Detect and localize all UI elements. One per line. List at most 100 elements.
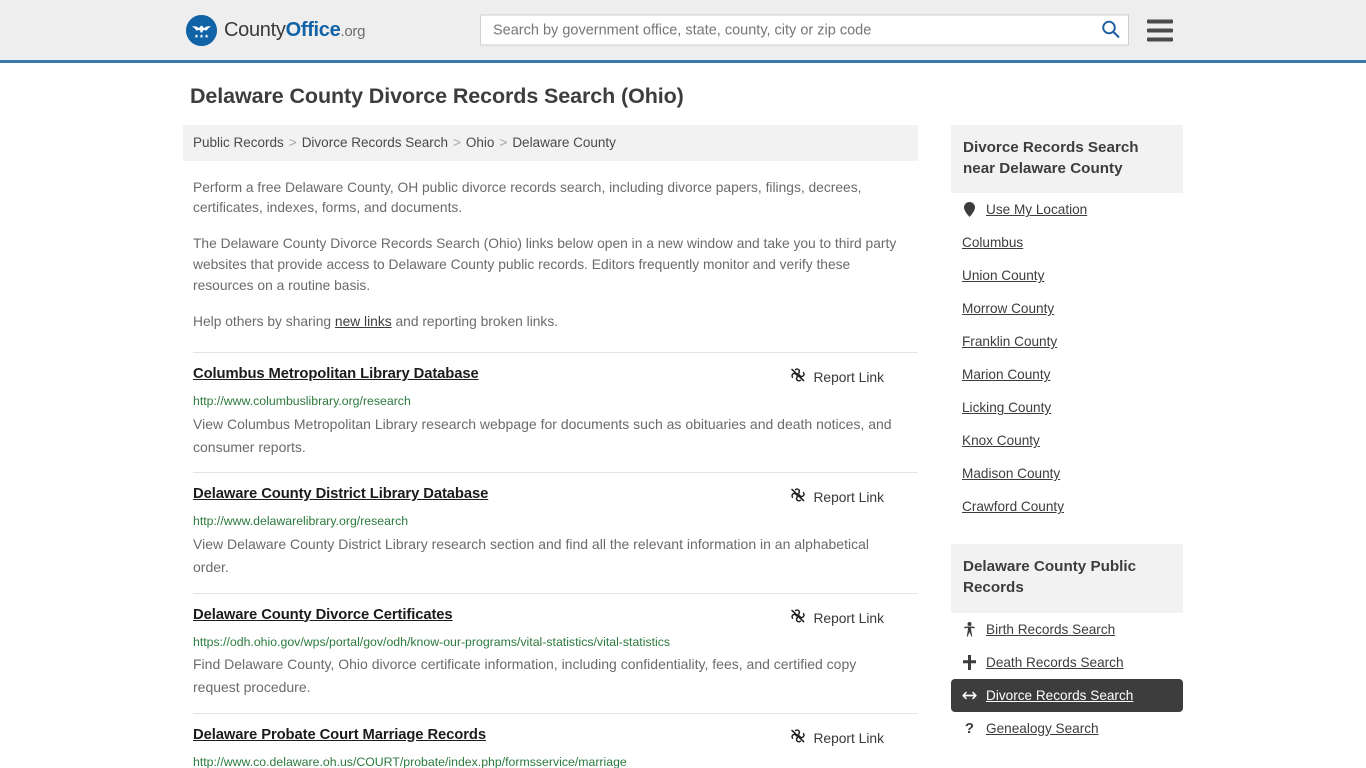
sidebar-public-records-heading: Delaware County Public Records xyxy=(951,544,1183,613)
broken-link-icon xyxy=(790,487,806,508)
results-list: Columbus Metropolitan Library Database Re… xyxy=(193,352,918,768)
content-columns: Public Records > Divorce Records Search > Oh… xyxy=(183,125,1183,768)
sidebar-item-label: Columbus xyxy=(962,235,1024,251)
sidebar-item-knox-county[interactable]: Knox County xyxy=(951,424,1183,457)
sidebar: Divorce Records Search near Delaware Cou… xyxy=(951,125,1183,745)
result-url: http://www.columbuslibrary.org/research xyxy=(193,394,411,409)
sidebar-item-label: Morrow County xyxy=(962,301,1055,317)
sidebar-list-item: ? Genealogy Search xyxy=(951,712,1183,745)
sidebar-item-divorce-records-search[interactable]: Divorce Records Search xyxy=(951,678,1183,712)
intro-paragraph-3: Help others by sharing new links and rep… xyxy=(193,312,903,333)
question-mark-icon: ? xyxy=(964,719,975,737)
search-input[interactable] xyxy=(491,15,1095,45)
sidebar-list-item: Morrow County xyxy=(951,292,1183,325)
hamburger-bar-1 xyxy=(1147,19,1173,23)
breadcrumb-separator-2: > xyxy=(453,135,461,150)
site-header: CountyOffice.org xyxy=(0,0,1366,63)
intro-paragraph-2: The Delaware County Divorce Records Sear… xyxy=(193,236,897,294)
hamburger-menu-icon[interactable] xyxy=(1147,19,1173,41)
result-title-link[interactable]: Columbus Metropolitan Library Database xyxy=(193,366,479,383)
sidebar-list-item: Licking County xyxy=(951,391,1183,424)
sidebar-item-licking-county[interactable]: Licking County xyxy=(951,391,1183,424)
sidebar-item-birth-records-search[interactable]: Birth Records Search xyxy=(951,613,1183,646)
sidebar-item-label: Franklin County xyxy=(962,334,1058,350)
sidebar-item-label: Marion County xyxy=(962,367,1051,383)
result-header: Delaware County District Library Databas… xyxy=(193,486,918,508)
sidebar-item-use-my-location[interactable]: Use My Location xyxy=(951,193,1183,226)
result-title-link[interactable]: Delaware County Divorce Certificates xyxy=(193,607,453,624)
intro-section: Perform a free Delaware County, OH publi… xyxy=(193,178,903,334)
page-title: Delaware County Divorce Records Search (… xyxy=(190,84,684,108)
logo-text-county: County xyxy=(224,18,286,41)
sidebar-item-marion-county[interactable]: Marion County xyxy=(951,358,1183,391)
result-title-link[interactable]: Delaware County District Library Databas… xyxy=(193,486,488,503)
breadcrumb-separator-3: > xyxy=(499,135,508,150)
breadcrumb-item-delaware-county[interactable]: Delaware County xyxy=(512,135,616,150)
sidebar-item-death-records-search[interactable]: Death Records Search xyxy=(951,646,1183,679)
result-header: Columbus Metropolitan Library Database Re… xyxy=(193,366,918,388)
logo-text-org: .org xyxy=(340,22,366,40)
result-item: Delaware County District Library Databas… xyxy=(193,472,918,592)
sidebar-list-item: Knox County xyxy=(951,424,1183,457)
breadcrumb-separator-1: > xyxy=(288,135,297,150)
report-link-button[interactable]: Report Link xyxy=(790,608,884,629)
result-description: View Columbus Metropolitan Library resea… xyxy=(193,416,892,455)
sidebar-item-label: Divorce Records Search xyxy=(986,687,1134,703)
sidebar-nearby-list: Use My Location Columbus Union County Morro… xyxy=(951,193,1183,523)
sidebar-item-columbus[interactable]: Columbus xyxy=(951,226,1183,259)
sidebar-list-item: Union County xyxy=(951,259,1183,292)
map-pin-icon xyxy=(962,202,977,218)
sidebar-list-item: Use My Location xyxy=(951,193,1183,226)
sidebar-item-label: Madison County xyxy=(962,466,1061,482)
report-link-button[interactable]: Report Link xyxy=(790,487,884,508)
result-description: View Delaware County District Library re… xyxy=(193,536,869,575)
search-area xyxy=(480,14,1173,46)
sidebar-item-morrow-county[interactable]: Morrow County xyxy=(951,292,1183,325)
cross-icon xyxy=(962,654,977,670)
site-logo[interactable]: CountyOffice.org xyxy=(186,14,366,46)
search-icon xyxy=(1101,19,1120,41)
search-box[interactable] xyxy=(480,14,1129,46)
result-url: http://www.co.delaware.oh.us/COURT/proba… xyxy=(193,754,627,768)
report-link-label: Report Link xyxy=(813,610,884,626)
logo-text-office: Office xyxy=(285,18,341,41)
sidebar-item-madison-county[interactable]: Madison County xyxy=(951,457,1183,490)
result-item: Columbus Metropolitan Library Database Re… xyxy=(193,352,918,472)
breadcrumb-item-ohio[interactable]: Ohio xyxy=(466,135,495,150)
header-inner: CountyOffice.org xyxy=(183,0,1183,60)
search-submit-button[interactable] xyxy=(1095,19,1122,41)
sidebar-list-item: Crawford County xyxy=(951,490,1183,523)
result-url: http://www.delawarelibrary.org/research xyxy=(193,514,409,529)
result-item: Delaware Probate Court Marriage Records R… xyxy=(193,712,918,768)
sidebar-item-label: Genealogy Search xyxy=(986,720,1099,736)
report-link-label: Report Link xyxy=(813,370,884,386)
sidebar-item-crawford-county[interactable]: Crawford County xyxy=(951,490,1183,523)
sidebar-list-item: Divorce Records Search xyxy=(951,678,1183,712)
sidebar-item-franklin-county[interactable]: Franklin County xyxy=(951,325,1183,358)
new-links-link[interactable]: new links xyxy=(335,314,392,329)
sidebar-list-item: Madison County xyxy=(951,457,1183,490)
sidebar-list-item: Birth Records Search xyxy=(951,613,1183,646)
breadcrumb-item-public-records[interactable]: Public Records xyxy=(193,135,284,150)
sidebar-list-item: Marion County xyxy=(951,358,1183,391)
result-description: Find Delaware County, Ohio divorce certi… xyxy=(193,656,857,695)
result-header: Delaware Probate Court Marriage Records R… xyxy=(193,727,918,749)
hamburger-bar-3 xyxy=(1147,37,1173,41)
sidebar-nearby-heading: Divorce Records Search near Delaware Cou… xyxy=(951,125,1183,194)
breadcrumb-item-divorce-records-search[interactable]: Divorce Records Search xyxy=(302,135,448,150)
intro-paragraph-1: Perform a free Delaware County, OH publi… xyxy=(193,179,862,216)
report-link-button[interactable]: Report Link xyxy=(790,367,884,388)
breadcrumb: Public Records > Divorce Records Search > Oh… xyxy=(183,125,918,161)
sidebar-item-genealogy-search[interactable]: ? Genealogy Search xyxy=(951,712,1183,745)
report-link-label: Report Link xyxy=(813,490,884,506)
result-title-link[interactable]: Delaware Probate Court Marriage Records xyxy=(193,727,486,744)
sidebar-item-label: Crawford County xyxy=(962,499,1064,515)
sidebar-item-label: Union County xyxy=(962,268,1045,284)
intro-p3-after: and reporting broken links. xyxy=(391,314,559,330)
sidebar-list-item: Franklin County xyxy=(951,325,1183,358)
result-url: https://odh.ohio.gov/wps/portal/gov/odh/… xyxy=(193,634,671,649)
report-link-button[interactable]: Report Link xyxy=(790,728,884,749)
sidebar-item-label: Use My Location xyxy=(986,202,1088,218)
sidebar-item-label: Licking County xyxy=(962,400,1052,416)
sidebar-item-union-county[interactable]: Union County xyxy=(951,259,1183,292)
